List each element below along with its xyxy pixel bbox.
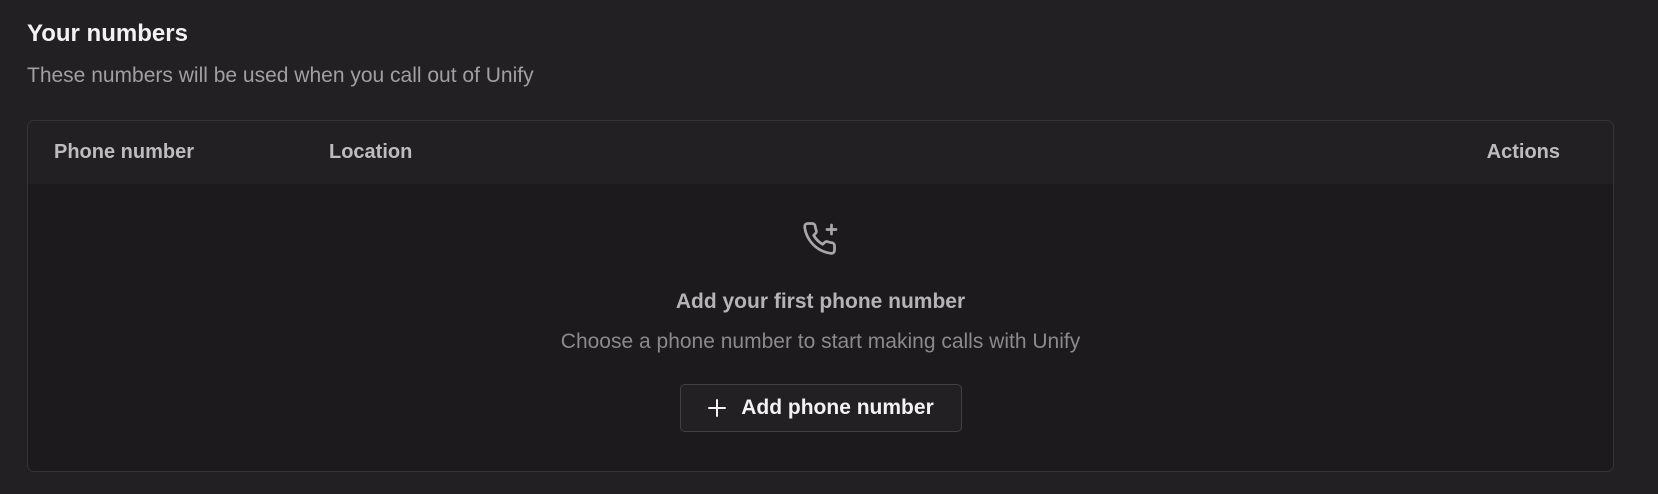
- column-header-location: Location: [329, 141, 413, 163]
- section-subtitle: These numbers will be used when you call…: [27, 64, 534, 87]
- column-header-actions: Actions: [1486, 141, 1560, 163]
- table-header: Phone number Location Actions: [28, 121, 1613, 184]
- empty-state: Add your first phone number Choose a pho…: [28, 184, 1613, 471]
- empty-state-description: Choose a phone number to start making ca…: [560, 330, 1081, 353]
- numbers-table: Phone number Location Actions Add your f…: [27, 120, 1614, 472]
- column-header-phone-number: Phone number: [54, 141, 195, 163]
- add-phone-number-label: Add phone number: [741, 396, 934, 419]
- add-phone-number-button[interactable]: Add phone number: [679, 384, 962, 432]
- phone-plus-icon: [802, 222, 837, 255]
- section-title: Your numbers: [27, 20, 188, 47]
- plus-icon: [708, 399, 727, 417]
- empty-state-title: Add your first phone number: [675, 290, 966, 313]
